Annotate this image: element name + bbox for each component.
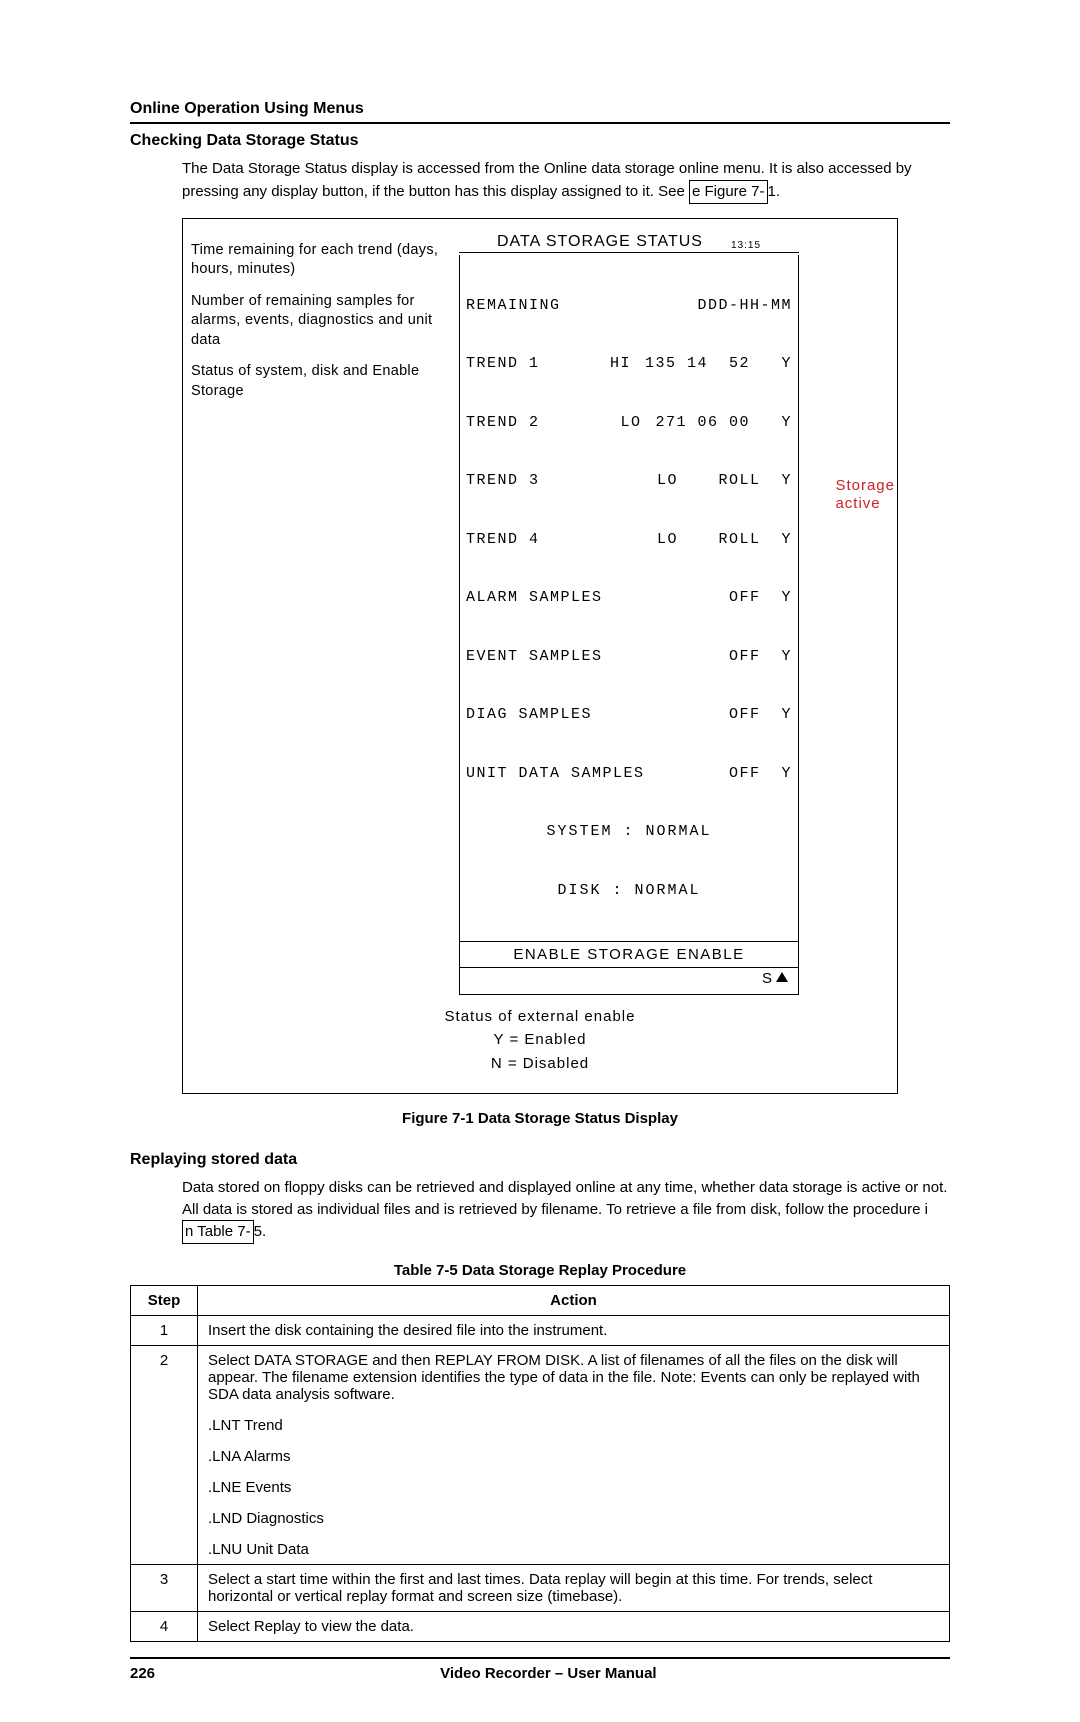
display-title: DATA STORAGE STATUS [497,233,703,251]
storage-active-label: Storage active [835,477,895,513]
cell-action: Select DATA STORAGE and then REPLAY FROM… [198,1346,950,1565]
status-display-panel: DATA STORAGE STATUS 13:15 REMAINING DDD-H… [459,233,799,996]
footer-rule [130,1657,950,1659]
row-event-r: OFF Y [692,647,792,667]
row-trend2-m: LO [540,413,656,433]
label-samples: Number of remaining samples for alarms, … [191,292,451,351]
figure-caption: Figure 7-1 Data Storage Status Display [130,1110,950,1127]
row-trend4-l: TREND 4 [466,530,540,550]
cell-action: Select Replay to view the data. [198,1612,950,1642]
filetype-line: .LND Diagnostics [208,1510,939,1527]
row-trend3-m: LO [540,471,692,491]
row-diag-r: OFF Y [692,705,792,725]
figure-7-1: Time remaining for each trend (days, hou… [182,218,898,1094]
header-rule [130,122,950,124]
table-xref[interactable]: n Table 7- [182,1220,254,1244]
th-step: Step [131,1286,198,1316]
row-trend2-r: 271 06 00 Y [655,413,792,433]
hdr-remaining: REMAINING [466,296,561,316]
s-indicator: S [762,970,772,987]
label-time-remaining: Time remaining for each trend (days, hou… [191,241,451,280]
enable-row: ENABLE STORAGE ENABLE [459,941,799,967]
system-line: SYSTEM : NORMAL [466,822,792,842]
table-row: 4Select Replay to view the data. [131,1612,950,1642]
row-unit-l: UNIT DATA SAMPLES [466,764,645,784]
row-trend2-l: TREND 2 [466,413,540,433]
table-row: 2Select DATA STORAGE and then REPLAY FRO… [131,1346,950,1565]
para-replaying: Data stored on floppy disks can be retri… [182,1177,950,1244]
filetype-line: .LNT Trend [208,1417,939,1434]
row-unit-r: OFF Y [692,764,792,784]
row-diag-l: DIAG SAMPLES [466,705,592,725]
page-footer: 226 Video Recorder – User Manual x [130,1657,950,1682]
footer-doc-title: Video Recorder – User Manual [440,1665,656,1682]
display-body: REMAININGDDD-HH-MM TREND 1HI135 14 52 Y … [459,255,799,942]
row-alarm-l: ALARM SAMPLES [466,588,603,608]
storage-active-1: Storage [835,477,895,494]
table-row: 1Insert the disk containing the desired … [131,1316,950,1346]
para2-text: Data stored on floppy disks can be retri… [182,1179,947,1218]
status-ext-enable: Status of external enable [191,1005,889,1028]
storage-active-2: active [835,495,880,512]
heading-checking: Checking Data Storage Status [130,132,950,150]
running-header: Online Operation Using Menus [130,100,950,118]
row-trend1-r: 135 14 52 Y [645,354,792,374]
filetype-line: .LNU Unit Data [208,1541,939,1558]
n-disabled: N = Disabled [191,1052,889,1075]
xref-suffix: 1. [768,183,781,200]
row-trend4-r: ROLL Y [692,530,792,550]
row-event-l: EVENT SAMPLES [466,647,603,667]
page-number: 226 [130,1665,155,1682]
disk-line: DISK : NORMAL [466,881,792,901]
row-trend3-l: TREND 3 [466,471,540,491]
xref2-suffix: 5. [254,1223,267,1240]
para-text: The Data Storage Status display is acces… [182,160,912,200]
cell-step: 2 [131,1346,198,1565]
th-action: Action [198,1286,950,1316]
cell-step: 3 [131,1565,198,1612]
heading-replaying: Replaying stored data [130,1151,950,1169]
row-trend3-r: ROLL Y [692,471,792,491]
hdr-ddd: DDD-HH-MM [692,296,792,316]
row-trend1-m: HI [540,354,645,374]
filetype-line: .LNE Events [208,1479,939,1496]
filetype-line: .LNA Alarms [208,1448,939,1465]
cell-step: 1 [131,1316,198,1346]
figure-xref[interactable]: e Figure 7- [689,180,768,204]
cell-action: Insert the disk containing the desired f… [198,1316,950,1346]
procedure-table: Step Action 1Insert the disk containing … [130,1285,950,1642]
row-trend1-l: TREND 1 [466,354,540,374]
table-caption: Table 7-5 Data Storage Replay Procedure [130,1262,950,1279]
figure-left-labels: Time remaining for each trend (days, hou… [191,233,451,414]
storage-icon [776,972,788,982]
display-clock: 13:15 [731,240,761,251]
cell-step: 4 [131,1612,198,1642]
cell-action: Select a start time within the first and… [198,1565,950,1612]
table-row: 3Select a start time within the first an… [131,1565,950,1612]
row-trend4-m: LO [540,530,692,550]
para-checking: The Data Storage Status display is acces… [182,158,950,204]
storage-indicator-row: S [459,967,799,995]
y-enabled: Y = Enabled [191,1028,889,1051]
label-status: Status of system, disk and Enable Storag… [191,362,451,401]
row-alarm-r: OFF Y [692,588,792,608]
